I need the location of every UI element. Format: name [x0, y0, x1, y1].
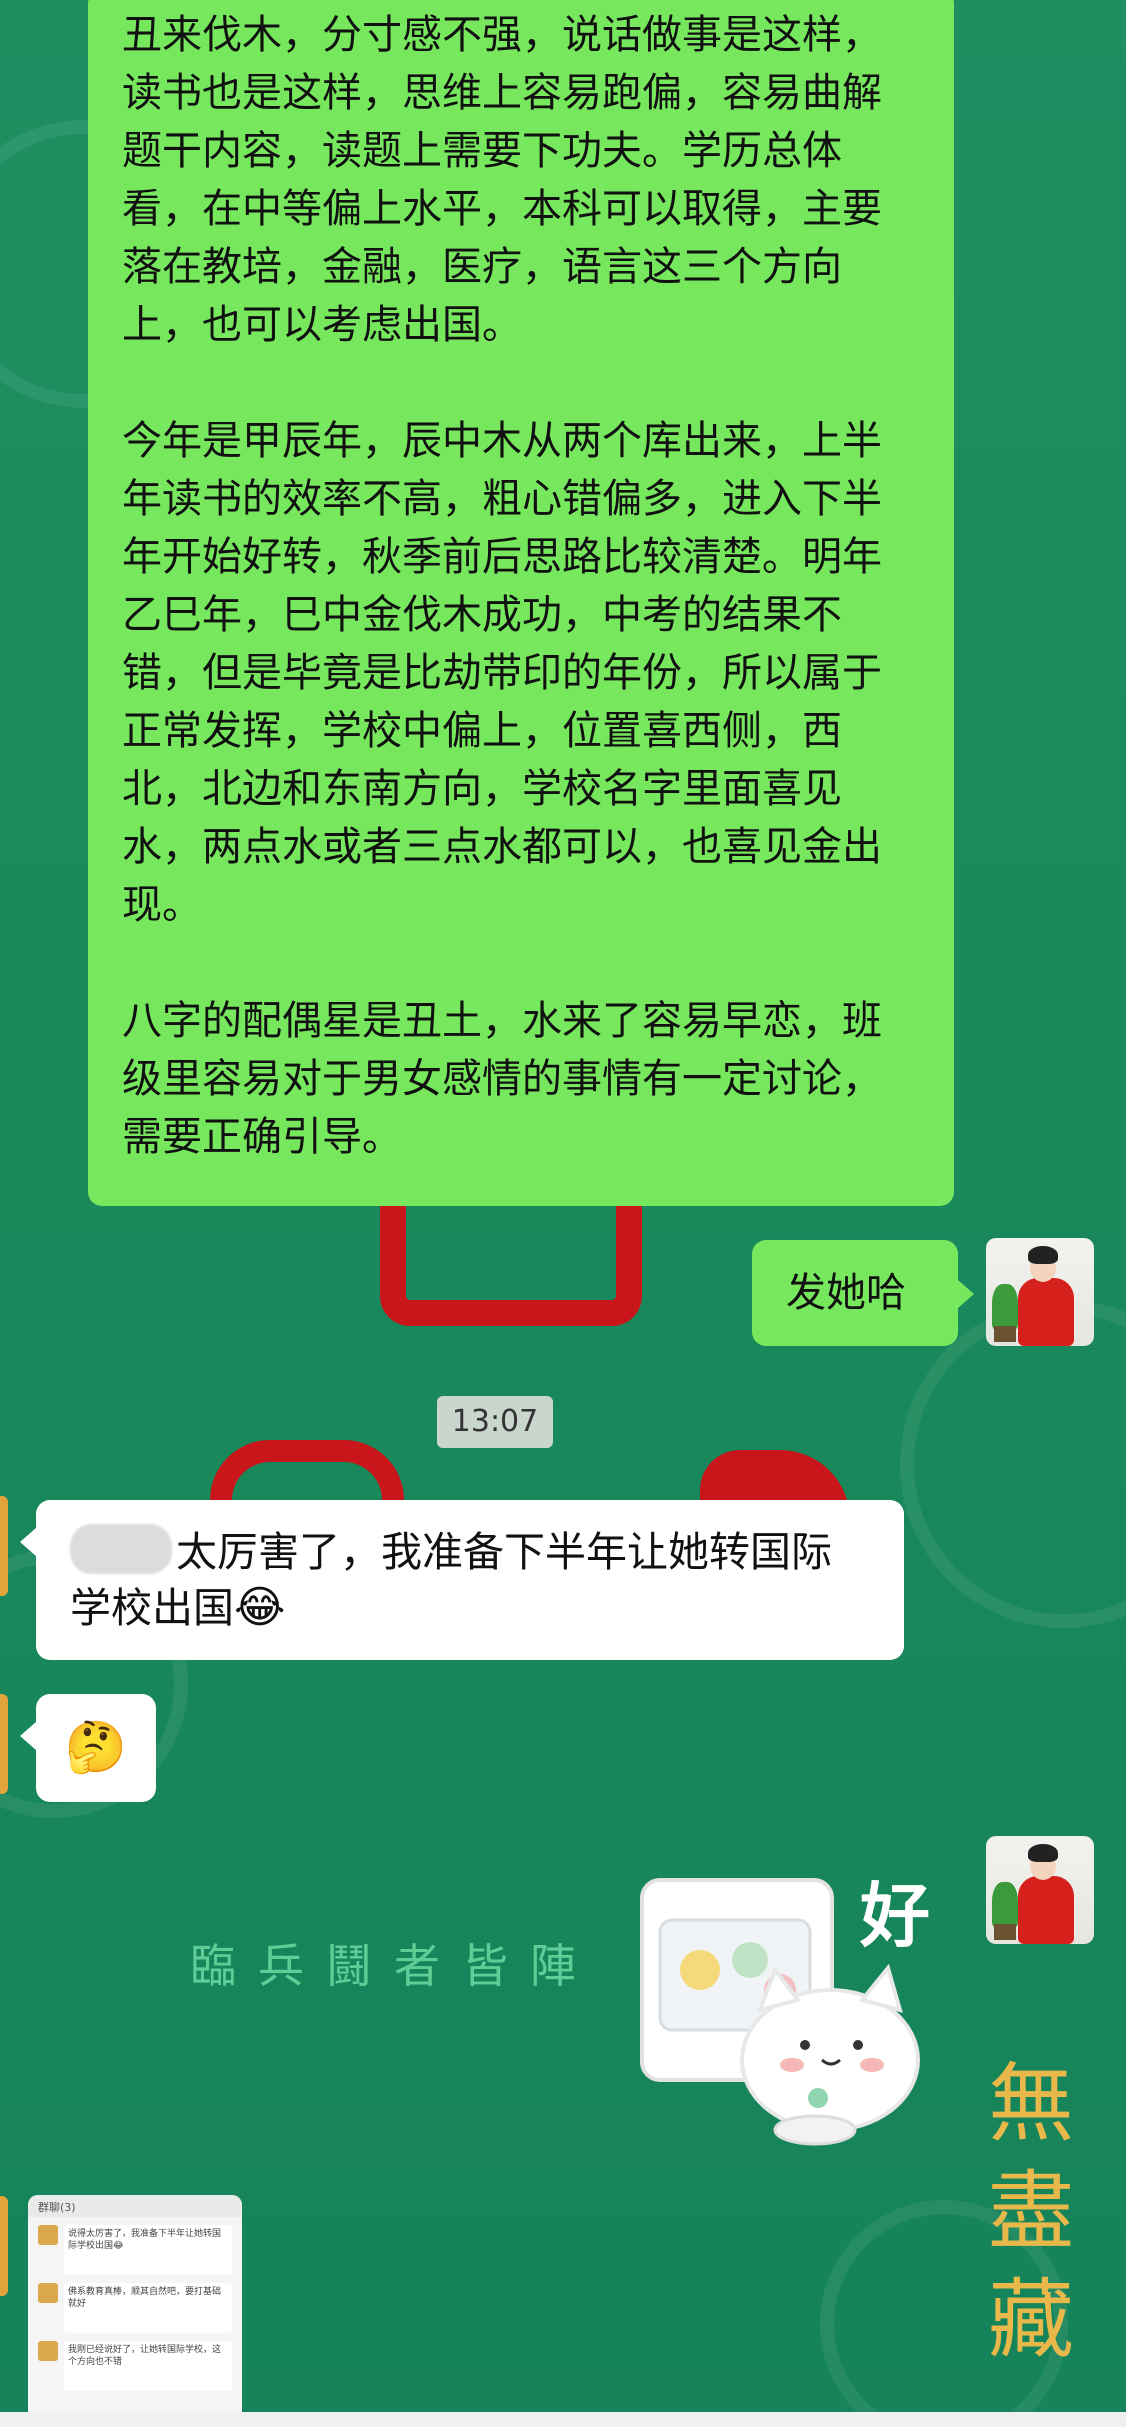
- contact-avatar[interactable]: [0, 2196, 8, 2296]
- message-text: 太厉害了，我准备下半年让她转国际学校出国: [70, 1528, 832, 1632]
- incoming-message-bubble[interactable]: 太厉害了，我准备下半年让她转国际学校出国😂: [36, 1500, 904, 1660]
- thumbnail-line: 佛系教育真棒，顺其自然吧，要打基础就好: [64, 2283, 232, 2333]
- redacted-name: [70, 1524, 172, 1574]
- thumbnail-line: 说得太厉害了，我准备下半年让她转国际学校出国😂: [64, 2225, 232, 2275]
- my-avatar[interactable]: [986, 1238, 1094, 1346]
- outgoing-message-bubble[interactable]: 发她哈: [752, 1240, 958, 1346]
- wallpaper-gold-chars: 無盡藏: [988, 2054, 1074, 2370]
- bubble-tail: [20, 1528, 36, 1556]
- thinking-emoji-icon: 🤔: [64, 1718, 128, 1776]
- message-paragraph: 丑来伐木，分寸感不强，说话做事是这样，读书也是这样，思维上容易跑偏，容易曲解题干…: [122, 12, 882, 348]
- message-paragraph: 今年是甲辰年，辰中木从两个库出来，上半年读书的效率不高，粗心错偏多，进入下半年开…: [122, 418, 882, 928]
- thumbnail-title: 群聊(3): [28, 2195, 242, 2217]
- message-timestamp: 13:07: [437, 1396, 553, 1448]
- sticker-text: 好: [860, 1875, 930, 1957]
- bottom-bar: [0, 2412, 1126, 2427]
- wallpaper-chars: 臨兵鬪者皆陣: [190, 1939, 598, 1993]
- screenshot-thumbnail[interactable]: 群聊(3) 说得太厉害了，我准备下半年让她转国际学校出国😂 佛系教育真棒，顺其自…: [28, 2195, 242, 2427]
- bubble-tail: [958, 1280, 974, 1308]
- incoming-message-bubble[interactable]: 🤔: [36, 1694, 156, 1802]
- bubble-tail: [20, 1722, 36, 1750]
- laughing-emoji-icon: 😂: [234, 1582, 286, 1633]
- contact-avatar[interactable]: [0, 1496, 8, 1596]
- message-text: 发她哈: [786, 1270, 906, 1316]
- outgoing-message-bubble[interactable]: 丑来伐木，分寸感不强，说话做事是这样，读书也是这样，思维上容易跑偏，容易曲解题干…: [88, 0, 954, 1206]
- contact-avatar[interactable]: [0, 1694, 8, 1794]
- wallpaper-swirl: [900, 1300, 1126, 1628]
- cat-sticker[interactable]: 好: [630, 1860, 970, 2160]
- message-paragraph: 八字的配偶星是丑土，水来了容易早恋，班级里容易对于男女感情的事情有一定讨论，需要…: [122, 998, 882, 1160]
- chat-screen: 臨兵鬪者皆陣 無盡藏 丑来伐木，分寸感不强，说话做事是这样，读书也是这样，思维上…: [0, 0, 1126, 2427]
- my-avatar[interactable]: [986, 1836, 1094, 1944]
- thumbnail-line: 我刚已经说好了，让她转国际学校，这个方向也不错: [64, 2341, 232, 2391]
